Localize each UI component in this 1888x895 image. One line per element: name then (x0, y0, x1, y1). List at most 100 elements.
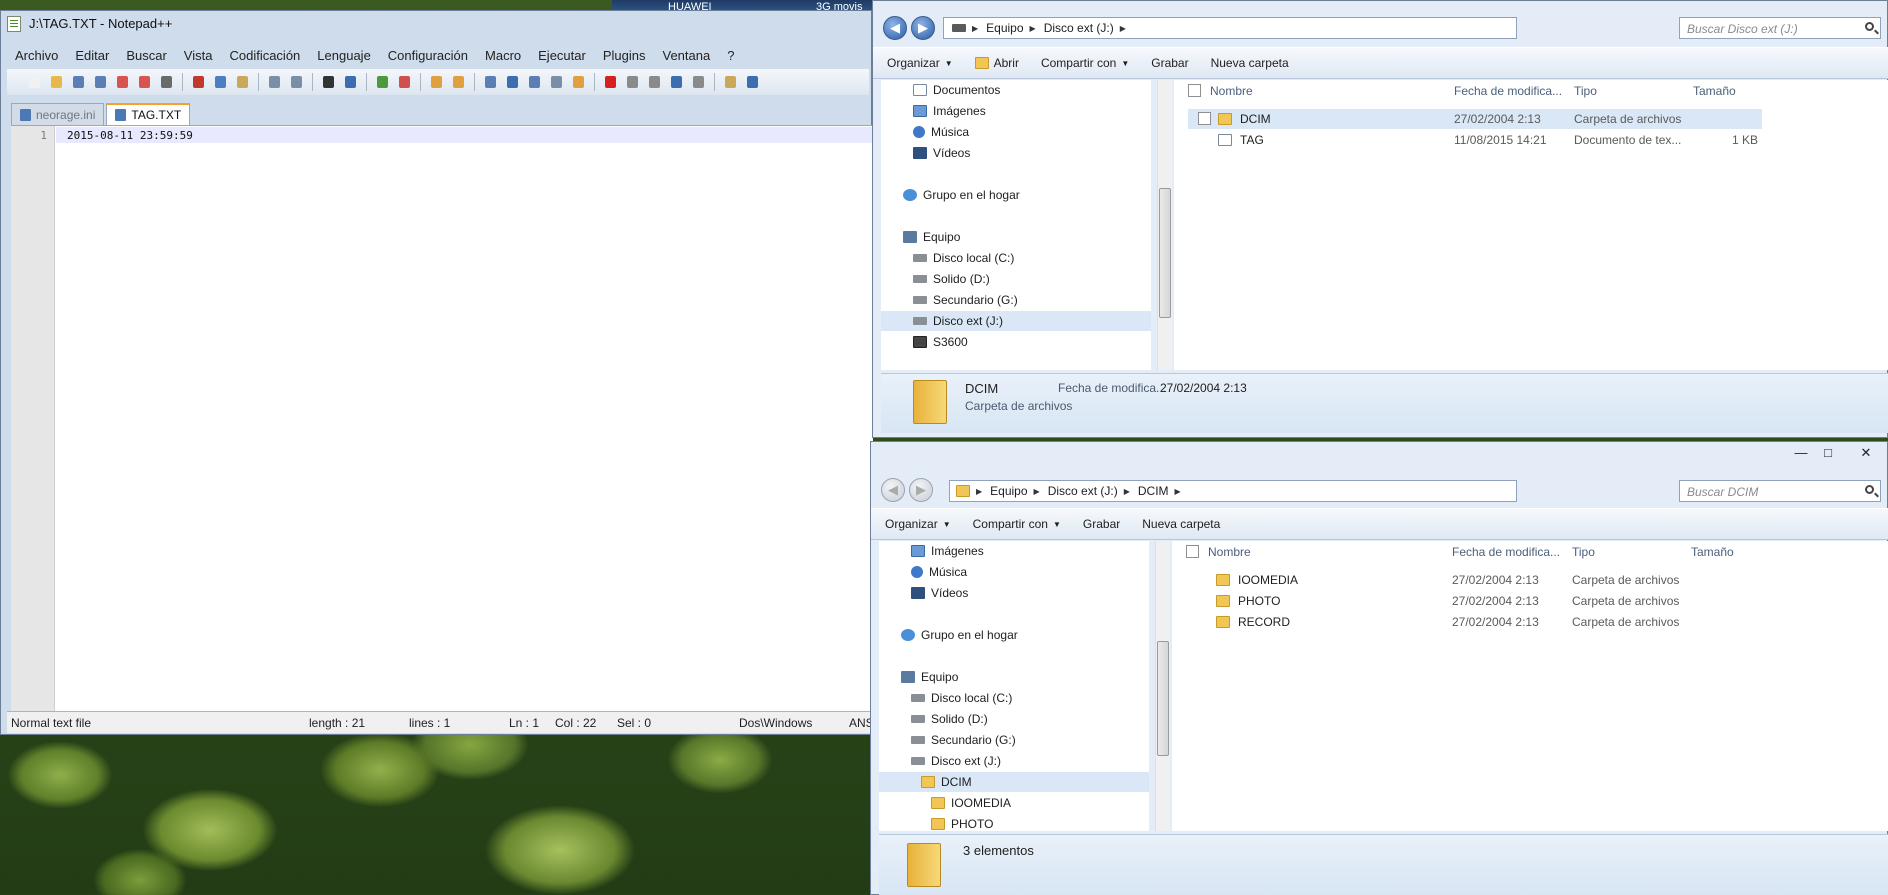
tree-item-equipo[interactable]: Equipo (879, 667, 1149, 687)
organizar-button[interactable]: Organizar ▼ (885, 517, 951, 531)
spell-check-icon[interactable] (743, 73, 762, 91)
redo-icon[interactable] (287, 73, 306, 91)
tree-item-disco-local-c[interactable]: Disco local (C:) (881, 248, 1151, 268)
find-icon[interactable] (319, 73, 338, 91)
play-macro-icon[interactable] (645, 73, 664, 91)
maximize-button[interactable]: □ (1817, 445, 1839, 463)
doc-map-icon[interactable] (547, 73, 566, 91)
stop-macro-icon[interactable] (623, 73, 642, 91)
tree-item-videos[interactable]: Vídeos (881, 143, 1151, 163)
address-bar[interactable]: ▶ Equipo ▶ Disco ext (J:) ▶ (943, 17, 1517, 39)
breadcrumb-disco-ext[interactable]: Disco ext (J:) (1048, 484, 1118, 498)
menu-configuracion[interactable]: Configuración (380, 45, 477, 67)
breadcrumb-equipo[interactable]: Equipo (986, 21, 1023, 35)
col-nombre[interactable]: Nombre (1210, 84, 1253, 98)
menu-ventana[interactable]: Ventana (654, 45, 719, 67)
open-file-icon[interactable] (47, 73, 66, 91)
col-fecha[interactable]: Fecha de modifica... (1454, 84, 1562, 98)
line-content[interactable]: 2015-08-11 23:59:59 (67, 129, 193, 142)
col-fecha[interactable]: Fecha de modifica... (1452, 545, 1560, 559)
print-icon[interactable] (157, 73, 176, 91)
col-tamano[interactable]: Tamaño (1691, 545, 1734, 559)
col-tipo[interactable]: Tipo (1574, 84, 1597, 98)
file-row-dcim[interactable]: DCIM 27/02/2004 2:13 Carpeta de archivos (1188, 109, 1762, 129)
tree-item-disco-local-c[interactable]: Disco local (C:) (879, 688, 1149, 708)
word-wrap-icon[interactable] (481, 73, 500, 91)
menu-plugins[interactable]: Plugins (595, 45, 655, 67)
launch-browser-icon[interactable] (721, 73, 740, 91)
close-file-icon[interactable] (113, 73, 132, 91)
nav-scrollbar[interactable] (1155, 541, 1170, 831)
tree-item-equipo[interactable]: Equipo (881, 227, 1151, 247)
select-all-checkbox[interactable] (1188, 84, 1201, 97)
file-row-ioomedia[interactable]: IOOMEDIA 27/02/2004 2:13 Carpeta de arch… (1186, 570, 1760, 590)
grabar-button[interactable]: Grabar (1083, 517, 1120, 531)
breadcrumb-dcim[interactable]: DCIM (1138, 484, 1169, 498)
file-row-photo[interactable]: PHOTO 27/02/2004 2:13 Carpeta de archivo… (1186, 591, 1760, 611)
tree-item-grupo-hogar[interactable]: Grupo en el hogar (881, 185, 1151, 205)
save-icon[interactable] (69, 73, 88, 91)
menu-archivo[interactable]: Archivo (7, 45, 67, 67)
address-bar[interactable]: ▶ Equipo ▶ Disco ext (J:) ▶ DCIM ▶ (949, 480, 1517, 502)
col-nombre[interactable]: Nombre (1208, 545, 1251, 559)
abrir-button[interactable]: Abrir (974, 56, 1019, 70)
tree-item-imagenes[interactable]: Imágenes (881, 101, 1151, 121)
close-all-icon[interactable] (135, 73, 154, 91)
tree-item-photo[interactable]: PHOTO (879, 814, 1149, 834)
menu-macro[interactable]: Macro (477, 45, 530, 67)
copy-icon[interactable] (211, 73, 230, 91)
tree-item-musica[interactable]: Música (879, 562, 1149, 582)
organizar-button[interactable]: Organizar ▼ (887, 56, 953, 70)
menu-ejecutar[interactable]: Ejecutar (530, 45, 595, 67)
sync-horizontal-icon[interactable] (449, 73, 468, 91)
nueva-carpeta-button[interactable]: Nueva carpeta (1142, 517, 1220, 531)
show-all-chars-icon[interactable] (503, 73, 522, 91)
tree-item-secundario-g[interactable]: Secundario (G:) (881, 290, 1151, 310)
indent-guide-icon[interactable] (525, 73, 544, 91)
minimize-button[interactable]: — (1790, 445, 1812, 463)
new-file-icon[interactable] (25, 73, 44, 91)
search-input[interactable]: Buscar DCIM (1679, 480, 1881, 502)
function-list-icon[interactable] (569, 73, 588, 91)
breadcrumb-equipo[interactable]: Equipo (990, 484, 1027, 498)
back-button[interactable]: ◀ (881, 478, 905, 502)
file-row-record[interactable]: RECORD 27/02/2004 2:13 Carpeta de archiv… (1186, 612, 1760, 632)
tree-item-disco-ext-j[interactable]: Disco ext (J:) (879, 751, 1149, 771)
menu-help[interactable]: ? (719, 45, 743, 67)
menu-vista[interactable]: Vista (176, 45, 222, 67)
compartir-con-button[interactable]: Compartir con ▼ (973, 517, 1061, 531)
menu-buscar[interactable]: Buscar (118, 45, 175, 67)
tree-item-documentos[interactable]: Documentos (881, 80, 1151, 100)
tree-item-solido-d[interactable]: Solido (D:) (879, 709, 1149, 729)
nav-scrollbar[interactable] (1157, 80, 1172, 370)
grabar-button[interactable]: Grabar (1151, 56, 1188, 70)
scrollbar-thumb[interactable] (1157, 641, 1169, 756)
zoom-out-icon[interactable] (395, 73, 414, 91)
tree-item-dcim[interactable]: DCIM (879, 772, 1149, 792)
paste-icon[interactable] (233, 73, 252, 91)
tree-item-secundario-g[interactable]: Secundario (G:) (879, 730, 1149, 750)
nueva-carpeta-button[interactable]: Nueva carpeta (1211, 56, 1289, 70)
menu-editar[interactable]: Editar (67, 45, 118, 67)
text-editor[interactable]: 1 2015-08-11 23:59:59 (11, 125, 873, 713)
tree-item-grupo-hogar[interactable]: Grupo en el hogar (879, 625, 1149, 645)
breadcrumb-disco-ext[interactable]: Disco ext (J:) (1044, 21, 1114, 35)
tab-neorage[interactable]: neorage.ini (11, 103, 105, 125)
tree-item-musica[interactable]: Música (881, 122, 1151, 142)
tree-item-imagenes[interactable]: Imágenes (879, 541, 1149, 561)
tree-item-disco-ext-j[interactable]: Disco ext (J:) (881, 311, 1151, 331)
forward-button[interactable]: ▶ (909, 478, 933, 502)
undo-icon[interactable] (265, 73, 284, 91)
zoom-in-icon[interactable] (373, 73, 392, 91)
close-button[interactable]: ✕ (1855, 445, 1877, 463)
tree-item-s3600[interactable]: S3600 (881, 332, 1151, 352)
record-macro-icon[interactable] (601, 73, 620, 91)
back-button[interactable]: ◀ (883, 16, 907, 40)
save-macro-icon[interactable] (689, 73, 708, 91)
run-macro-multiple-icon[interactable] (667, 73, 686, 91)
compartir-con-button[interactable]: Compartir con ▼ (1041, 56, 1129, 70)
select-all-checkbox[interactable] (1186, 545, 1199, 558)
save-all-icon[interactable] (91, 73, 110, 91)
search-input[interactable]: Buscar Disco ext (J:) (1679, 17, 1881, 39)
cut-icon[interactable] (189, 73, 208, 91)
